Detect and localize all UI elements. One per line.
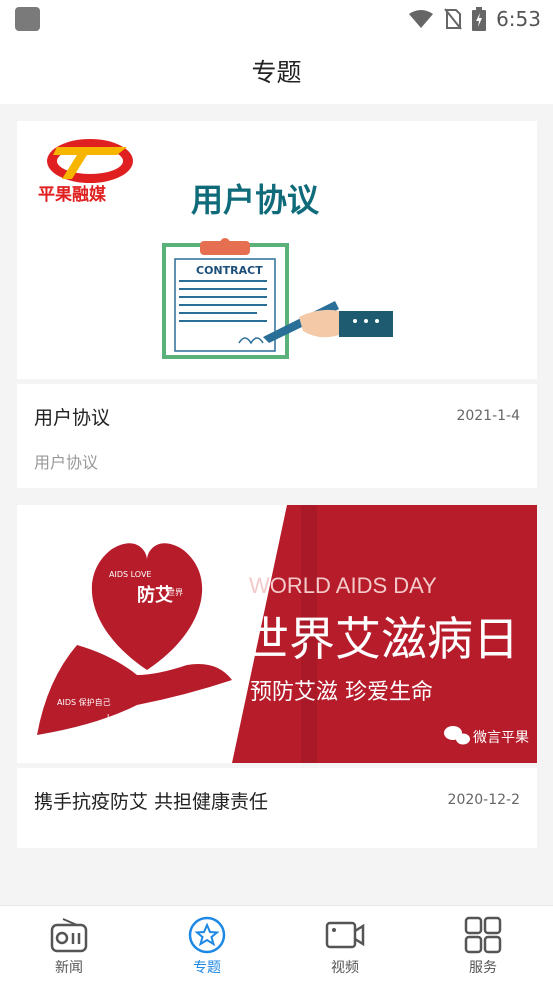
status-icons: 6:53 [408, 5, 541, 33]
page-title: 专题 [251, 58, 302, 87]
battery-icon [472, 7, 487, 31]
topic-card-info-1[interactable]: 用户协议 2021-1-4 用户协议 [17, 384, 537, 488]
app-notification-icon [15, 7, 40, 31]
svg-text:Love 世界: Love 世界 [107, 712, 144, 722]
tab-label: 服务 [469, 960, 497, 976]
brand-logo-icon [47, 139, 133, 183]
svg-text:AIDS 保护自己: AIDS 保护自己 [57, 697, 111, 707]
no-sim-icon [444, 8, 462, 30]
tab-news[interactable]: 新闻 [0, 906, 138, 984]
wifi-icon [409, 10, 434, 28]
svg-text:AIDS LOVE: AIDS LOVE [109, 570, 151, 579]
tab-label: 专题 [193, 960, 221, 976]
title-bar: 专题 [0, 38, 553, 104]
star-icon [188, 916, 226, 954]
bottom-tab-bar: 新闻 专题 视频 服务 [0, 905, 553, 984]
radio-icon [50, 918, 88, 953]
topic-card-info-2[interactable]: 携手抗疫防艾 共担健康责任 2020-12-2 [17, 768, 537, 848]
user-agreement-banner: 平果融媒 用户协议 CONTRACT [17, 121, 537, 379]
clock: 6:53 [496, 7, 541, 31]
video-icon [325, 921, 365, 949]
banner-line-2: 世界艾滋病日 [243, 612, 519, 666]
topic-card-image-2[interactable]: AIDS LOVE 世界 AIDS 保护自己 Love 世界 防艾 WORLD … [17, 505, 537, 763]
tab-topics[interactable]: 专题 [138, 906, 276, 984]
contract-label: CONTRACT [196, 264, 263, 277]
tab-label: 视频 [331, 960, 359, 976]
brand-name: 平果融媒 [38, 184, 107, 205]
heart-badge-text: 防艾 [137, 584, 173, 606]
watermark-text: 微言平果 [473, 730, 529, 746]
banner-line-1: WORLD AIDS DAY [249, 573, 437, 598]
banner-headline: 用户协议 [191, 181, 320, 219]
card-title: 携手抗疫防艾 共担健康责任 [34, 791, 269, 813]
card-subtitle: 用户协议 [34, 453, 99, 472]
status-bar: 6:53 [0, 0, 553, 38]
tab-video[interactable]: 视频 [276, 906, 414, 984]
card-title: 用户协议 [34, 407, 111, 429]
banner-line-3: 预防艾滋 珍爱生命 [250, 680, 433, 705]
world-aids-day-banner: AIDS LOVE 世界 AIDS 保护自己 Love 世界 防艾 WORLD … [17, 505, 537, 763]
grid-icon [464, 916, 502, 954]
card-date: 2021-1-4 [456, 408, 520, 424]
topic-card-image-1[interactable]: 平果融媒 用户协议 CONTRACT [17, 121, 537, 379]
tab-services[interactable]: 服务 [414, 906, 552, 984]
card-date: 2020-12-2 [447, 792, 520, 808]
tab-label: 新闻 [55, 960, 83, 976]
